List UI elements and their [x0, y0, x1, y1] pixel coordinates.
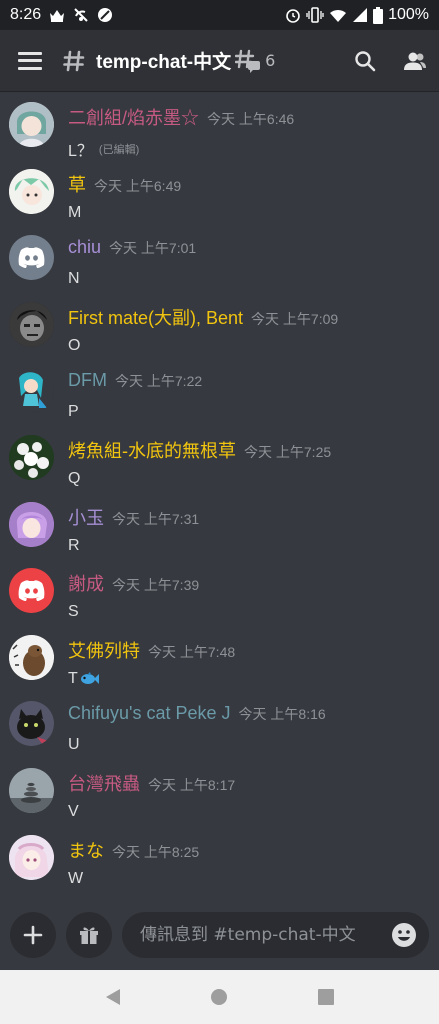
message-text: T [68, 669, 78, 687]
discord-logo-icon [18, 247, 45, 269]
message-author[interactable]: 二創組/焰赤墨☆ [68, 104, 199, 130]
message-author[interactable]: Chifuyu's cat Peke J [68, 703, 231, 724]
avatar[interactable] [9, 235, 54, 281]
message-timestamp: 今天 上午7:39 [112, 577, 200, 594]
gift-icon [80, 927, 98, 944]
signal-off-icon [74, 8, 88, 22]
block-icon [98, 8, 113, 22]
message-text: N [68, 270, 80, 288]
message-author[interactable]: 草 [68, 171, 86, 197]
message-text: L？ [68, 143, 93, 160]
avatar[interactable] [9, 767, 54, 813]
gift-button[interactable] [66, 912, 112, 958]
message-author[interactable]: DFM [68, 370, 107, 391]
avatar[interactable] [9, 368, 54, 414]
thread-count: 6 [265, 51, 276, 70]
wifi-icon [330, 9, 347, 22]
message-text: M [68, 203, 82, 221]
vibrate-icon [306, 7, 324, 23]
message-input-wrapper [122, 912, 429, 958]
message-text: R [68, 536, 80, 554]
message-input[interactable] [138, 924, 391, 946]
message-timestamp: 今天 上午8:16 [238, 706, 326, 723]
message-text: O [68, 336, 81, 354]
recents-icon[interactable] [314, 985, 338, 1009]
battery-icon [373, 6, 384, 24]
message-text: P [68, 403, 79, 421]
channel-name: temp-chat-中文 [96, 52, 232, 73]
message-timestamp: 今天 上午8:17 [148, 776, 236, 793]
avatar[interactable] [9, 301, 54, 347]
plus-icon [23, 925, 43, 945]
avatar[interactable] [9, 568, 54, 614]
avatar[interactable] [9, 634, 54, 680]
message-item[interactable]: 烤魚組-水底的無根草 今天 上午7:25 Q [0, 431, 439, 498]
search-icon[interactable] [353, 49, 377, 73]
battery-level: 100% [388, 6, 429, 23]
avatar[interactable] [9, 102, 54, 147]
message-item[interactable]: chiu 今天 上午7:01 N [0, 231, 439, 298]
message-timestamp: 今天 上午6:49 [94, 177, 182, 194]
message-author[interactable]: 台灣飛蟲 [68, 770, 140, 796]
message-item[interactable]: まな 今天 上午8:25 W [0, 831, 439, 898]
message-item[interactable]: 小玉 今天 上午7:31 R [0, 498, 439, 565]
message-item[interactable]: 艾佛列特 今天 上午7:48 T [0, 631, 439, 698]
system-nav-bar [0, 970, 439, 1024]
message-item[interactable]: First mate(大副), Bent 今天 上午7:09 O [0, 298, 439, 365]
message-text: S [68, 603, 79, 621]
message-timestamp: 今天 上午6:46 [207, 111, 295, 127]
message-author[interactable]: 小玉 [68, 504, 104, 530]
message-author[interactable]: 烤魚組-水底的無根草 [68, 437, 236, 463]
message-item[interactable]: Chifuyu's cat Peke J 今天 上午8:16 U [0, 697, 439, 764]
status-time: 8:26 [10, 6, 42, 23]
avatar[interactable] [9, 168, 54, 214]
back-icon[interactable] [101, 985, 125, 1009]
fish-emoji-icon [80, 671, 99, 684]
add-attachment-button[interactable] [10, 912, 56, 958]
message-item[interactable]: 二創組/焰赤墨☆ 今天 上午6:46 L？ (已編輯) [0, 98, 439, 165]
home-icon[interactable] [207, 985, 231, 1009]
message-timestamp: 今天 上午7:48 [148, 643, 236, 660]
edited-tag: (已編輯) [98, 144, 140, 156]
message-author[interactable]: 艾佛列特 [68, 637, 140, 663]
message-author[interactable]: まな [68, 837, 104, 863]
message-author[interactable]: chiu [68, 237, 101, 258]
channel-hash-icon [63, 50, 85, 71]
avatar[interactable] [9, 434, 54, 480]
message-timestamp: 今天 上午7:09 [251, 310, 339, 327]
emoji-icon[interactable] [391, 922, 417, 948]
message-text: W [68, 869, 84, 887]
message-timestamp: 今天 上午7:31 [112, 510, 200, 527]
avatar[interactable] [9, 701, 54, 747]
message-item[interactable]: 草 今天 上午6:49 M [0, 165, 439, 232]
channel-header: temp-chat-中文 6 [0, 30, 439, 92]
alarm-icon [286, 9, 300, 23]
crown-icon [50, 9, 65, 22]
message-composer [0, 904, 439, 966]
message-list[interactable]: 二創組/焰赤墨☆ 今天 上午6:46 L？ (已編輯) 草 今天 上午6:49 … [0, 98, 439, 897]
menu-icon[interactable] [18, 51, 42, 70]
message-item[interactable]: 台灣飛蟲 今天 上午8:17 V [0, 764, 439, 831]
avatar[interactable] [9, 501, 54, 547]
message-author[interactable]: 謝成 [68, 570, 104, 596]
cellular-icon [353, 8, 368, 22]
members-icon[interactable] [403, 49, 427, 73]
message-timestamp: 今天 上午7:22 [115, 373, 203, 390]
message-timestamp: 今天 上午7:01 [109, 240, 197, 257]
message-text: U [68, 736, 80, 754]
message-item[interactable]: 謝成 今天 上午7:39 S [0, 564, 439, 631]
message-text: Q [68, 469, 81, 487]
message-timestamp: 今天 上午7:25 [244, 443, 332, 460]
message-timestamp: 今天 上午8:25 [112, 843, 200, 860]
message-author[interactable]: First mate(大副), Bent [68, 304, 243, 330]
avatar[interactable] [9, 834, 54, 880]
status-bar: 8:26 100% [0, 0, 439, 30]
message-item[interactable]: DFM 今天 上午7:22 P [0, 364, 439, 431]
threads-icon[interactable] [235, 48, 261, 74]
discord-logo-icon [18, 580, 45, 602]
message-text: V [68, 802, 79, 820]
